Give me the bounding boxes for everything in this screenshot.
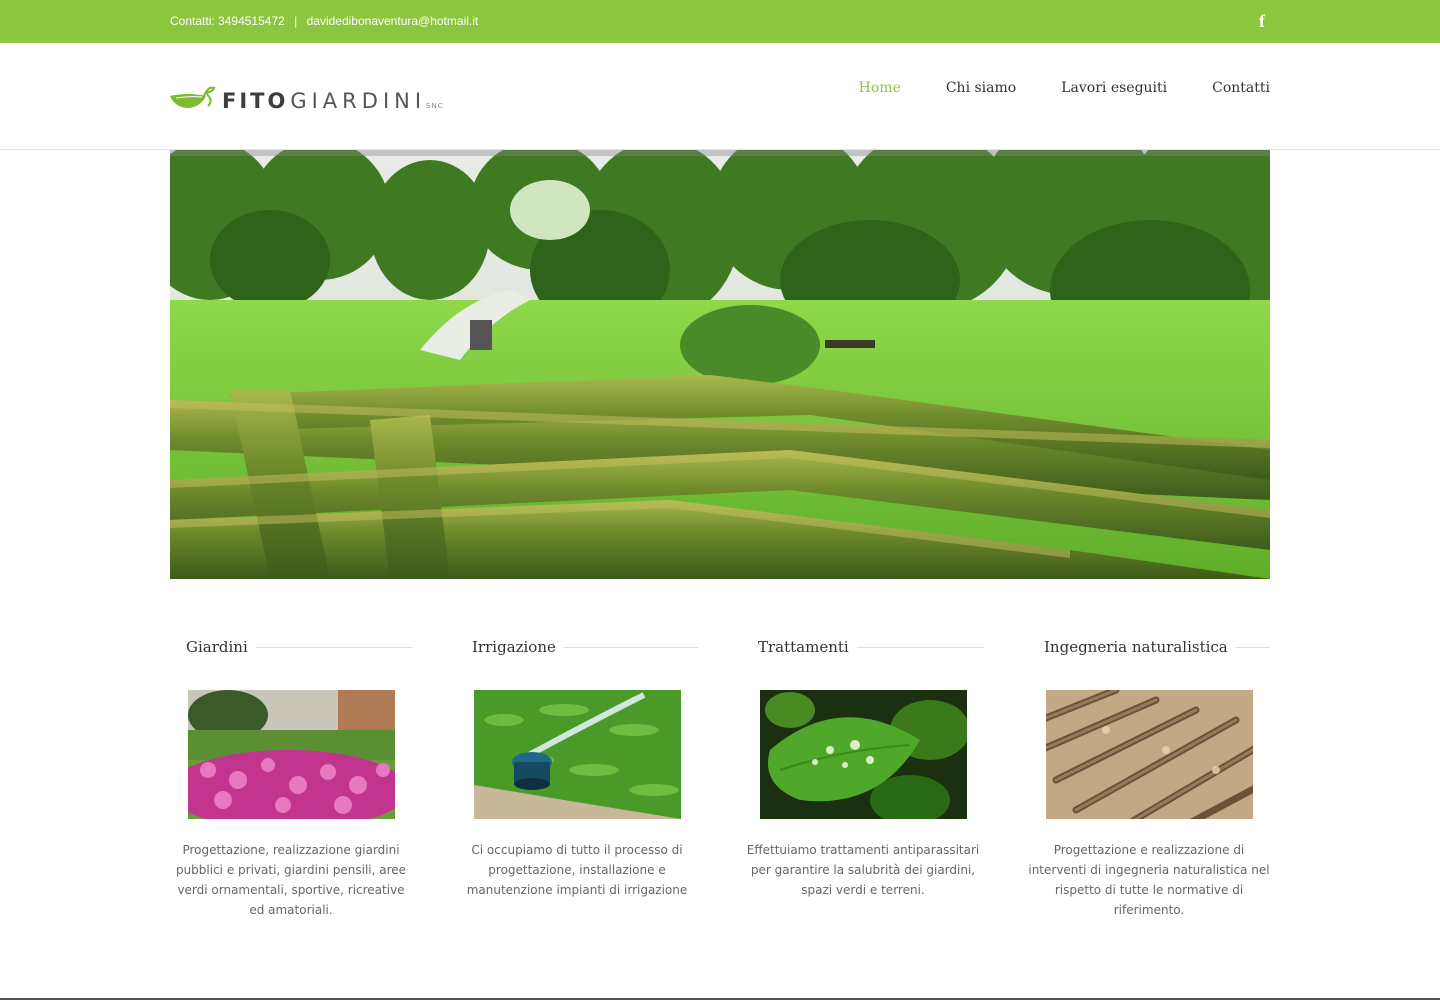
- service-image-logs[interactable]: [1046, 690, 1253, 819]
- service-image-flowers[interactable]: [188, 690, 395, 819]
- hero-image: [170, 150, 1270, 579]
- service-trattamenti: Trattamenti Effettuiamo trattamenti anti…: [742, 630, 984, 897]
- service-title: Trattamenti: [758, 638, 849, 656]
- site-logo[interactable]: FITO GIARDINI SNC: [170, 80, 480, 112]
- email-link[interactable]: davidedibonaventura@hotmail.it: [307, 14, 479, 28]
- service-title: Irrigazione: [472, 638, 556, 656]
- title-divider: [563, 646, 698, 648]
- service-description: Effettuiamo trattamenti antiparassitari …: [746, 843, 980, 897]
- service-irrigazione: Irrigazione Ci occupiamo di tutto il pro…: [456, 630, 698, 897]
- title-divider: [856, 646, 984, 648]
- service-description: Progettazione, realizzazione giardini pu…: [175, 843, 407, 917]
- service-giardini: Giardini Progettazione, realizzazione gi…: [170, 630, 412, 917]
- logo-text-bold: FITO: [222, 89, 289, 113]
- service-title: Giardini: [186, 638, 248, 656]
- contact-separator: |: [294, 14, 298, 28]
- service-image-leaf[interactable]: [760, 690, 967, 819]
- service-image-sprinkler[interactable]: [474, 690, 681, 819]
- hedge-maze-image: [170, 150, 1270, 579]
- nav-home[interactable]: Home: [859, 80, 901, 96]
- service-title: Ingegneria naturalistica: [1044, 638, 1228, 656]
- facebook-icon[interactable]: f: [1254, 11, 1270, 31]
- service-description: Progettazione e realizzazione di interve…: [1028, 843, 1270, 917]
- contact-label: Contatti:: [170, 14, 215, 28]
- main-nav: Home Chi siamo Lavori eseguiti Contatti: [814, 80, 1270, 96]
- service-ingegneria-naturalistica: Ingegneria naturalistica Progettazione e…: [1028, 630, 1270, 917]
- title-divider: [1235, 646, 1270, 648]
- nav-lavori-eseguiti[interactable]: Lavori eseguiti: [1061, 80, 1167, 96]
- phone-number[interactable]: 3494515472: [218, 14, 285, 28]
- contact-info: Contatti: 3494515472 | davidedibonaventu…: [170, 14, 478, 28]
- leaf-logo-icon: [170, 86, 216, 108]
- service-description: Ci occupiamo di tutto il processo di pro…: [466, 843, 688, 897]
- top-contact-bar: Contatti: 3494515472 | davidedibonaventu…: [0, 0, 1440, 43]
- title-divider: [255, 646, 412, 648]
- logo-text-light: GIARDINI: [290, 89, 427, 113]
- logo-suffix: SNC: [426, 102, 444, 110]
- nav-contatti[interactable]: Contatti: [1212, 80, 1270, 96]
- site-header: FITO GIARDINI SNC Home Chi siamo Lavori …: [0, 43, 1440, 150]
- nav-chi-siamo[interactable]: Chi siamo: [946, 80, 1016, 96]
